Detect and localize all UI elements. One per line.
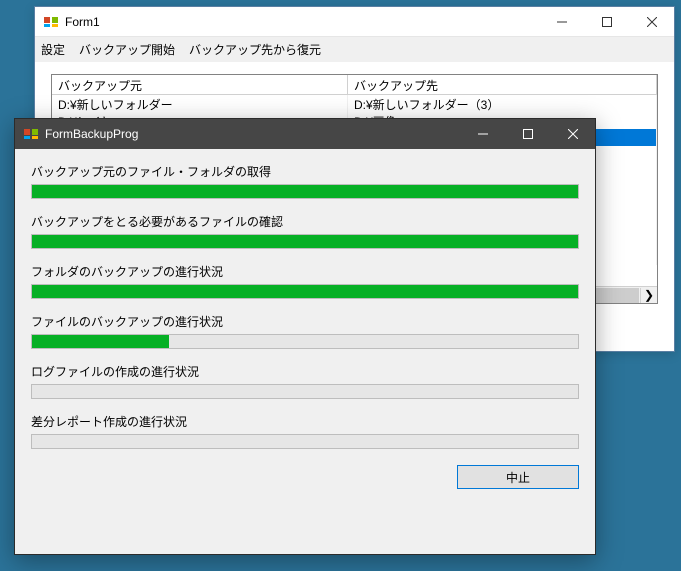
form2-titlebar[interactable]: FormBackupProg (15, 119, 595, 149)
progress-bar (31, 434, 579, 449)
app-icon (23, 126, 39, 142)
maximize-button[interactable] (505, 119, 550, 149)
minimize-icon (478, 129, 488, 139)
form2-body: バックアップ元のファイル・フォルダの取得 バックアップをとる必要があるファイルの… (15, 149, 595, 501)
header-source[interactable]: バックアップ元 (52, 75, 348, 94)
progress-block-log-creation: ログファイルの作成の進行状況 (31, 363, 579, 399)
progress-label: バックアップをとる必要があるファイルの確認 (31, 213, 579, 230)
close-button[interactable] (629, 7, 674, 36)
maximize-button[interactable] (584, 7, 629, 36)
progress-fill (32, 285, 578, 298)
progress-block-folder-backup: フォルダのバックアップの進行状況 (31, 263, 579, 299)
progress-bar (31, 384, 579, 399)
progress-bar (31, 234, 579, 249)
progress-fill (32, 235, 578, 248)
maximize-icon (602, 17, 612, 27)
progress-fill (32, 185, 578, 198)
progress-label: 差分レポート作成の進行状況 (31, 413, 579, 430)
progress-bar (31, 334, 579, 349)
form1-titlebar[interactable]: Form1 (35, 7, 674, 37)
table-header: バックアップ元 バックアップ先 (52, 75, 657, 95)
app-icon (43, 14, 59, 30)
cancel-button[interactable]: 中止 (457, 465, 579, 489)
close-icon (647, 17, 657, 27)
menubar: 設定 バックアップ開始 バックアップ先から復元 (35, 37, 674, 62)
progress-block-file-backup: ファイルのバックアップの進行状況 (31, 313, 579, 349)
progress-label: ログファイルの作成の進行状況 (31, 363, 579, 380)
cell-dest: D:¥新しいフォルダー（3） (348, 95, 657, 112)
menu-restore[interactable]: バックアップ先から復元 (189, 41, 321, 58)
scrollbar-thumb[interactable] (589, 288, 639, 303)
menu-settings[interactable]: 設定 (41, 41, 65, 58)
progress-block-diff-report: 差分レポート作成の進行状況 (31, 413, 579, 449)
table-row[interactable]: D:¥新しいフォルダー D:¥新しいフォルダー（3） (52, 95, 657, 112)
menu-start-backup[interactable]: バックアップ開始 (79, 41, 175, 58)
progress-fill (32, 335, 169, 348)
minimize-button[interactable] (460, 119, 505, 149)
button-row: 中止 (31, 465, 579, 489)
cell-source: D:¥新しいフォルダー (52, 95, 348, 112)
close-icon (568, 129, 578, 139)
scroll-right-arrow[interactable]: ❯ (640, 288, 657, 303)
progress-label: バックアップ元のファイル・フォルダの取得 (31, 163, 579, 180)
form1-title: Form1 (65, 15, 100, 29)
progress-label: フォルダのバックアップの進行状況 (31, 263, 579, 280)
progress-bar (31, 184, 579, 199)
window-backup-progress: FormBackupProg バックアップ元のファイル・フォルダの取得 バックア… (14, 118, 596, 555)
progress-block-check-files: バックアップをとる必要があるファイルの確認 (31, 213, 579, 249)
minimize-button[interactable] (539, 7, 584, 36)
progress-block-get-files: バックアップ元のファイル・フォルダの取得 (31, 163, 579, 199)
form2-title: FormBackupProg (45, 127, 138, 141)
progress-label: ファイルのバックアップの進行状況 (31, 313, 579, 330)
progress-bar (31, 284, 579, 299)
minimize-icon (557, 17, 567, 27)
close-button[interactable] (550, 119, 595, 149)
maximize-icon (523, 129, 533, 139)
header-dest[interactable]: バックアップ先 (348, 75, 657, 94)
